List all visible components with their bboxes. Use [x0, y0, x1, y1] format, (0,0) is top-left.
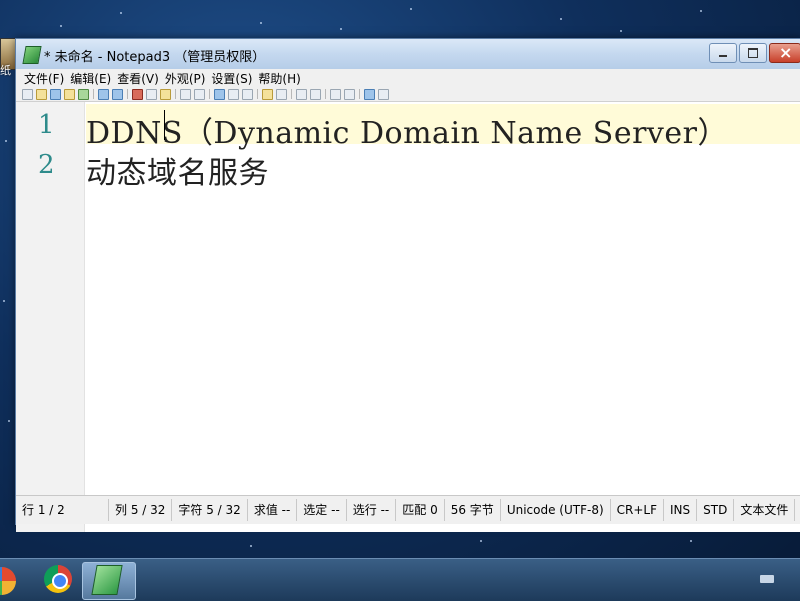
editor-area[interactable]: 1 2 DDNS（Dynamic Domain Name Server） 动态域…: [16, 102, 800, 532]
menu-settings[interactable]: 设置(S): [211, 70, 252, 87]
desktop-shortcut-label: 纸: [0, 64, 11, 77]
favorites-icon[interactable]: [262, 88, 273, 100]
save-as-icon[interactable]: [64, 88, 75, 100]
word-wrap-icon[interactable]: [214, 88, 225, 100]
toolbar-separator: [291, 89, 292, 99]
status-char: 字符 5 / 32: [172, 499, 248, 521]
status-bytes: 56 字节: [445, 499, 501, 521]
status-line: 行 1 / 2: [16, 499, 109, 521]
cut-icon[interactable]: [132, 88, 143, 100]
line-number: 1: [38, 110, 55, 140]
editor-line-text: 动态域名服务: [86, 156, 269, 191]
redo-icon[interactable]: [112, 88, 123, 100]
status-column: 列 5 / 32: [109, 499, 173, 521]
zoom-out-icon[interactable]: [310, 88, 321, 100]
taskbar: [0, 558, 800, 601]
menu-bar: 文件(F) 编辑(E) 查看(V) 外观(P) 设置(S) 帮助(H): [16, 69, 800, 87]
status-ins[interactable]: INS: [664, 499, 698, 521]
toolbar-separator: [325, 89, 326, 99]
editor-line[interactable]: 动态域名服务: [86, 144, 800, 191]
line-number: 2: [38, 150, 55, 180]
status-std[interactable]: STD: [697, 499, 735, 521]
toolbar-separator: [175, 89, 176, 99]
notepad3-icon[interactable]: [22, 46, 42, 64]
maximize-button[interactable]: [739, 43, 767, 63]
status-file-type[interactable]: 文本文件: [734, 499, 796, 521]
goto-icon[interactable]: [228, 88, 239, 100]
pin-icon[interactable]: [364, 88, 375, 100]
toolbar-separator: [359, 89, 360, 99]
window-title: * 未命名 - Notepad3 （管理员权限）: [44, 50, 266, 65]
toolbar-separator: [93, 89, 94, 99]
toolbar-separator: [209, 89, 210, 99]
toolbar: [16, 87, 800, 102]
status-encoding[interactable]: Unicode (UTF-8): [501, 499, 611, 521]
find-icon[interactable]: [180, 88, 191, 100]
notepad3-window: * 未命名 - Notepad3 （管理员权限） 文件(F) 编辑(E) 查看(…: [15, 38, 800, 532]
replace-icon[interactable]: [194, 88, 205, 100]
new-file-icon[interactable]: [22, 88, 33, 100]
title-bar[interactable]: * 未命名 - Notepad3 （管理员权限）: [16, 39, 800, 69]
menu-appearance[interactable]: 外观(P): [165, 70, 206, 87]
window-controls: [707, 43, 800, 63]
status-bar: 行 1 / 2 列 5 / 32 字符 5 / 32 求值 -- 选定 -- 选…: [16, 495, 800, 524]
status-value: 求值 --: [248, 499, 298, 521]
status-selected: 选定 --: [297, 499, 347, 521]
zoom-icon[interactable]: [242, 88, 253, 100]
text-caret: [164, 110, 165, 140]
customize-icon[interactable]: [344, 88, 355, 100]
keyboard-tray-icon[interactable]: [760, 575, 774, 583]
scheme-icon[interactable]: [330, 88, 341, 100]
paste-icon[interactable]: [160, 88, 171, 100]
start-icon[interactable]: [0, 567, 16, 595]
status-eol[interactable]: CR+LF: [611, 499, 664, 521]
settings-icon[interactable]: [378, 88, 389, 100]
menu-edit[interactable]: 编辑(E): [70, 70, 111, 87]
close-button[interactable]: [769, 43, 800, 63]
copy-icon[interactable]: [146, 88, 157, 100]
toolbar-separator: [127, 89, 128, 99]
menu-file[interactable]: 文件(F): [24, 70, 64, 87]
menu-help[interactable]: 帮助(H): [258, 70, 300, 87]
zoom-in-icon[interactable]: [296, 88, 307, 100]
chrome-icon[interactable]: [44, 565, 72, 593]
status-match: 匹配 0: [396, 499, 445, 521]
refresh-icon[interactable]: [78, 88, 89, 100]
toolbar-separator: [257, 89, 258, 99]
editor-line-current[interactable]: DDNS（Dynamic Domain Name Server）: [86, 104, 800, 151]
status-selected-lines: 选行 --: [347, 499, 397, 521]
open-file-icon[interactable]: [36, 88, 47, 100]
save-icon[interactable]: [50, 88, 61, 100]
minimize-button[interactable]: [709, 43, 737, 63]
menu-view[interactable]: 查看(V): [117, 70, 159, 87]
notepad3-taskbar-icon[interactable]: [91, 565, 123, 595]
add-favorite-icon[interactable]: [276, 88, 287, 100]
line-number-gutter: 1 2: [16, 102, 85, 532]
undo-icon[interactable]: [98, 88, 109, 100]
